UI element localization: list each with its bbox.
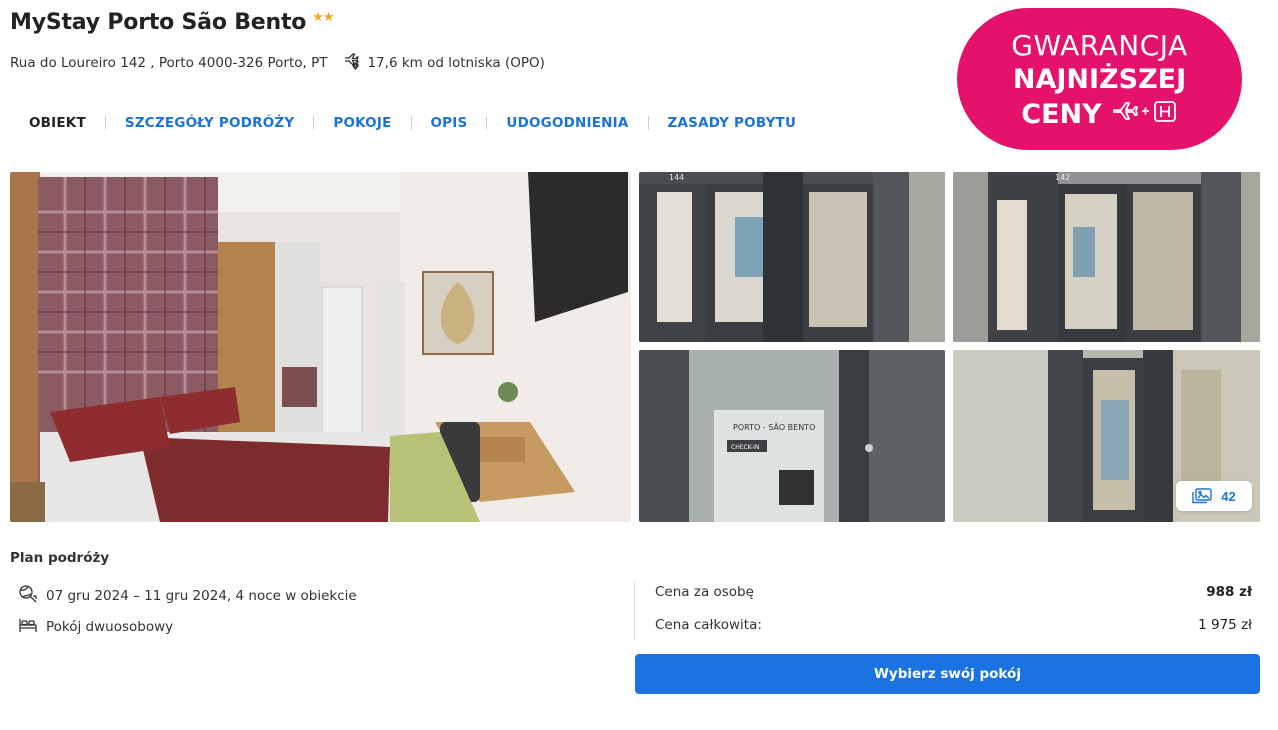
hotel-name: MyStay Porto São Bento (10, 10, 307, 35)
hotel-entrance-photo-1[interactable]: 144 (639, 172, 945, 342)
price-per-person-row: Cena za osobę 988 zł (655, 584, 1252, 600)
price-total-label: Cena całkowita: (655, 617, 762, 633)
hotel-door-photo[interactable]: 42 (953, 350, 1260, 522)
main-room-photo[interactable] (10, 172, 631, 522)
all-photos-button[interactable]: 42 (1176, 481, 1252, 511)
badge-line-3: CENY (1021, 99, 1102, 130)
photo-count: 42 (1221, 488, 1236, 504)
tab-szczegoly-podrozy[interactable]: SZCZEGÓŁY PODRÓŻY (106, 115, 313, 131)
price-per-person-label: Cena za osobę (655, 584, 754, 600)
room-type: Pokój dwuosobowy (46, 619, 174, 635)
airport-distance: 17,6 km od lotniska (OPO) (343, 52, 545, 74)
airport-distance-text: 17,6 km od lotniska (OPO) (367, 55, 545, 71)
section-tabs: OBIEKT SZCZEGÓŁY PODRÓŻY POKOJE OPIS UDO… (10, 112, 815, 134)
tab-udogodnienia[interactable]: UDOGODNIENIA (487, 115, 647, 131)
check-in-sign-photo[interactable]: PORTO - SÃO BENTO CHECK-IN (639, 350, 945, 522)
images-icon (1192, 488, 1212, 504)
door-number: 144 (669, 173, 684, 182)
tab-pokoje[interactable]: POKOJE (314, 115, 410, 131)
choose-room-button[interactable]: Wybierz swój pokój (635, 654, 1260, 694)
plane-location-icon (343, 52, 361, 74)
tab-opis[interactable]: OPIS (412, 115, 487, 131)
tab-obiekt[interactable]: OBIEKT (10, 115, 105, 131)
star-rating: ★★ (312, 8, 334, 24)
travel-dates-icon (18, 584, 38, 608)
room-type-row: Pokój dwuosobowy (18, 616, 173, 638)
hotel-title-row: MyStay Porto São Bento ★★ (10, 8, 335, 36)
price-per-person-value: 988 zł (1206, 584, 1252, 600)
door-number: 142 (1055, 173, 1070, 182)
hotel-entrance-photo-2[interactable]: 142 (953, 172, 1260, 342)
sign-title: PORTO - SÃO BENTO (733, 422, 815, 432)
price-divider (634, 582, 635, 640)
hotel-address: Rua do Loureiro 142 , Porto 4000-326 Por… (10, 55, 328, 71)
price-total-row: Cena całkowita: 1 975 zł (655, 617, 1252, 633)
bed-icon (18, 616, 38, 638)
trip-dates-row: 07 gru 2024 – 11 gru 2024, 4 noce w obie… (18, 584, 357, 608)
badge-line-3-row: CENY (957, 98, 1242, 131)
lowest-price-guarantee-badge: GWARANCJA NAJNIŻSZEJ CENY (957, 8, 1242, 150)
price-total-value: 1 975 zł (1198, 617, 1252, 633)
sign-checkin: CHECK-IN (731, 444, 759, 451)
address-row: Rua do Loureiro 142 , Porto 4000-326 Por… (10, 52, 545, 74)
trip-plan-title: Plan podróży (10, 550, 110, 566)
flight-plus-hotel-icon (1112, 98, 1178, 131)
trip-dates: 07 gru 2024 – 11 gru 2024, 4 noce w obie… (46, 588, 357, 604)
badge-line-2: NAJNIŻSZEJ (1012, 64, 1187, 95)
tab-zasady-pobytu[interactable]: ZASADY POBYTU (649, 115, 816, 131)
badge-line-1: GWARANCJA (1011, 29, 1188, 62)
